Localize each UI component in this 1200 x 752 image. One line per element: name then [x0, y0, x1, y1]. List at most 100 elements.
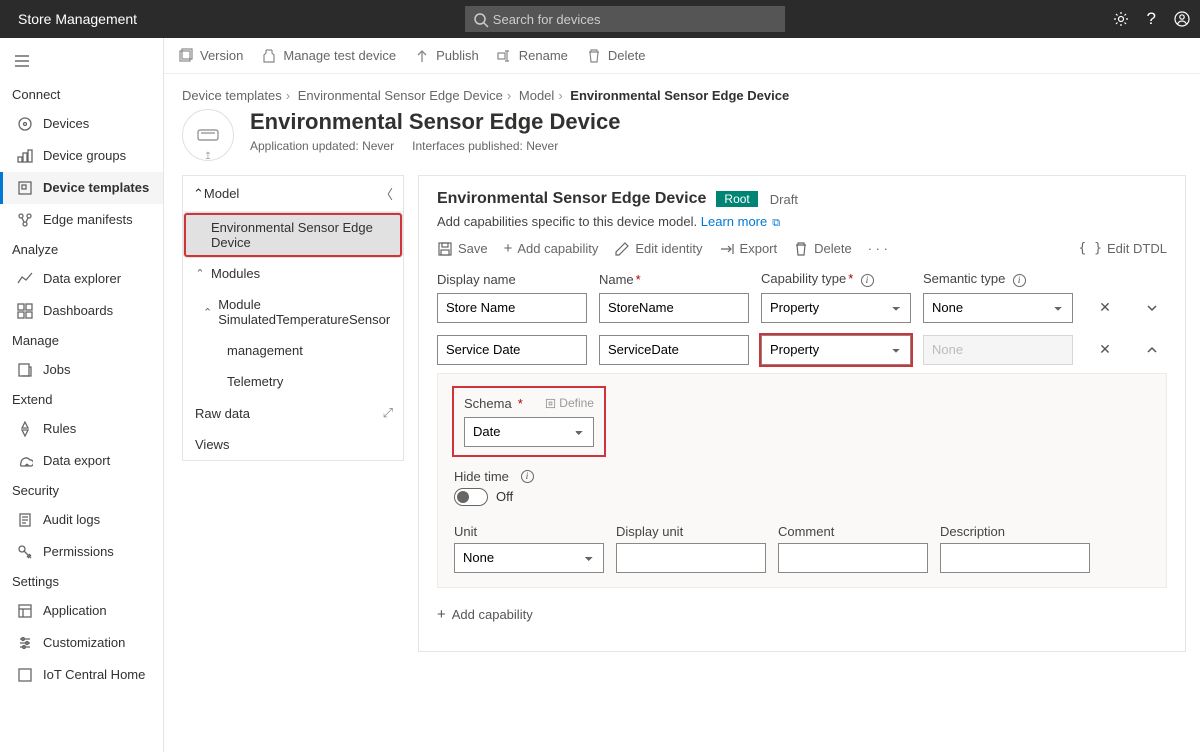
cmd-export[interactable]: Export: [719, 241, 778, 257]
row1-capability-type-select[interactable]: Property: [761, 335, 911, 365]
cmd-edit-identity[interactable]: Edit identity: [614, 241, 702, 257]
data-explorer-icon: [17, 271, 33, 287]
expand-icon: ⤢: [383, 405, 393, 421]
edge-manifests-icon: [17, 212, 33, 228]
device-image[interactable]: ↥: [182, 109, 234, 161]
row0-display-name-input[interactable]: [437, 293, 587, 323]
row1-delete-icon[interactable]: ✕: [1085, 341, 1125, 358]
cmd-version[interactable]: Version: [178, 48, 243, 64]
tree-root[interactable]: ⌃Model: [193, 186, 239, 202]
label: IoT Central Home: [43, 667, 145, 682]
schema-select[interactable]: Date: [464, 417, 594, 447]
tree-views[interactable]: Views: [183, 429, 403, 460]
root-badge: Root: [716, 191, 757, 207]
capability-columns: Display name Name* Capability type* i Se…: [437, 271, 1167, 287]
sidebar-item-edge-manifests[interactable]: Edge manifests: [0, 204, 163, 236]
info-icon[interactable]: i: [1013, 274, 1026, 287]
sidebar-item-device-templates[interactable]: Device templates: [0, 172, 163, 204]
collapse-icon[interactable]: 〈: [380, 184, 393, 203]
help-icon[interactable]: ?: [1147, 9, 1156, 29]
sidebar-item-audit-logs[interactable]: Audit logs: [0, 504, 163, 536]
sidebar-group-analyze[interactable]: Analyze: [0, 236, 163, 263]
page-title: Environmental Sensor Edge Device: [250, 109, 620, 135]
row1-collapse-icon[interactable]: [1137, 341, 1167, 358]
tree-modules[interactable]: ⌃Modules: [183, 258, 403, 289]
search-input[interactable]: [465, 6, 785, 32]
tree-raw-data[interactable]: Raw data⤢: [183, 397, 403, 429]
sidebar-item-device-groups[interactable]: Device groups: [0, 140, 163, 172]
cmd-more[interactable]: · · ·: [868, 241, 888, 256]
sidebar-item-rules[interactable]: Rules: [0, 413, 163, 445]
unit-select[interactable]: None: [454, 543, 604, 573]
cmd-rename[interactable]: Rename: [497, 48, 568, 64]
cmd-publish[interactable]: Publish: [414, 48, 479, 64]
sidebar-item-dashboards[interactable]: Dashboards: [0, 295, 163, 327]
sidebar-group-extend[interactable]: Extend: [0, 386, 163, 413]
sidebar-item-devices[interactable]: Devices: [0, 108, 163, 140]
define-link[interactable]: Define: [545, 396, 594, 410]
cmd-add-capability[interactable]: +Add capability: [504, 240, 599, 257]
cmd-edit-dtdl[interactable]: { }Edit DTDL: [1079, 241, 1167, 256]
hide-time-toggle[interactable]: Off: [454, 488, 1150, 506]
cmd-save[interactable]: Save: [437, 241, 488, 257]
info-icon[interactable]: i: [521, 470, 534, 483]
crumb-2[interactable]: Model: [519, 88, 554, 103]
cmd-delete[interactable]: Delete: [586, 48, 646, 64]
audit-logs-icon: [17, 512, 33, 528]
cmd-manage-test-device[interactable]: Manage test device: [261, 48, 396, 64]
description-input[interactable]: [940, 543, 1090, 573]
row1-name-input[interactable]: [599, 335, 749, 365]
label: Data explorer: [43, 271, 121, 286]
upload-icon: ↥: [204, 151, 212, 162]
learn-more-link[interactable]: Learn more ⧉: [701, 214, 780, 229]
crumb-3: Environmental Sensor Edge Device: [570, 88, 789, 103]
model-tree-panel: ⌃Model 〈 Environmental Sensor Edge Devic…: [182, 175, 404, 461]
gear-icon[interactable]: [1113, 11, 1129, 28]
breadcrumb: Device templates› Environmental Sensor E…: [182, 88, 1182, 103]
commandbar: Version Manage test device Publish Renam…: [164, 38, 1200, 74]
tree-item-selected[interactable]: Environmental Sensor Edge Device: [183, 212, 403, 258]
sidebar-group-manage[interactable]: Manage: [0, 327, 163, 354]
sidebar-item-data-explorer[interactable]: Data explorer: [0, 263, 163, 295]
rules-icon: [17, 421, 33, 437]
sidebar-item-customization[interactable]: Customization: [0, 627, 163, 659]
add-capability-button[interactable]: +Add capability: [437, 602, 533, 627]
row0-expand-icon[interactable]: [1137, 299, 1167, 316]
crumb-1[interactable]: Environmental Sensor Edge Device: [298, 88, 503, 103]
tree-module-child-0[interactable]: management: [183, 335, 403, 366]
jobs-icon: [17, 362, 33, 378]
display-unit-input[interactable]: [616, 543, 766, 573]
row0-semantic-type-select[interactable]: None: [923, 293, 1073, 323]
hamburger-icon[interactable]: [0, 46, 163, 81]
tree-module[interactable]: ⌃Module SimulatedTemperatureSensor: [183, 289, 403, 335]
row0-name-input[interactable]: [599, 293, 749, 323]
label: Devices: [43, 116, 89, 131]
info-icon[interactable]: i: [861, 274, 874, 287]
col-capability-type: Capability type* i: [761, 271, 911, 287]
sidebar-item-iot-home[interactable]: IoT Central Home: [0, 659, 163, 691]
external-link-icon: ⧉: [769, 217, 780, 229]
account-icon[interactable]: [1174, 11, 1190, 28]
tree-module-child-1[interactable]: Telemetry: [183, 366, 403, 397]
title-block: ↥ Environmental Sensor Edge Device Appli…: [182, 109, 1182, 161]
app-title: Store Management: [18, 11, 137, 27]
crumb-0[interactable]: Device templates: [182, 88, 282, 103]
sidebar-group-security[interactable]: Security: [0, 477, 163, 504]
comment-input[interactable]: [778, 543, 928, 573]
row1-display-name-input[interactable]: [437, 335, 587, 365]
capability-detail: Schema* Define Date Hide time i Off: [437, 373, 1167, 588]
sidebar-group-connect[interactable]: Connect: [0, 81, 163, 108]
display-unit-label: Display unit: [616, 524, 766, 539]
sidebar-item-application[interactable]: Application: [0, 595, 163, 627]
cmd-delete-form[interactable]: Delete: [793, 241, 852, 257]
row0-capability-type-select[interactable]: Property: [761, 293, 911, 323]
sidebar-item-permissions[interactable]: Permissions: [0, 536, 163, 568]
description-label: Description: [940, 524, 1090, 539]
sidebar-item-jobs[interactable]: Jobs: [0, 354, 163, 386]
label: Application: [43, 603, 107, 618]
sidebar-group-settings[interactable]: Settings: [0, 568, 163, 595]
form-commandbar: Save +Add capability Edit identity Expor…: [437, 240, 1167, 257]
sidebar-item-data-export[interactable]: Data export: [0, 445, 163, 477]
label: Dashboards: [43, 303, 113, 318]
row0-delete-icon[interactable]: ✕: [1085, 299, 1125, 316]
